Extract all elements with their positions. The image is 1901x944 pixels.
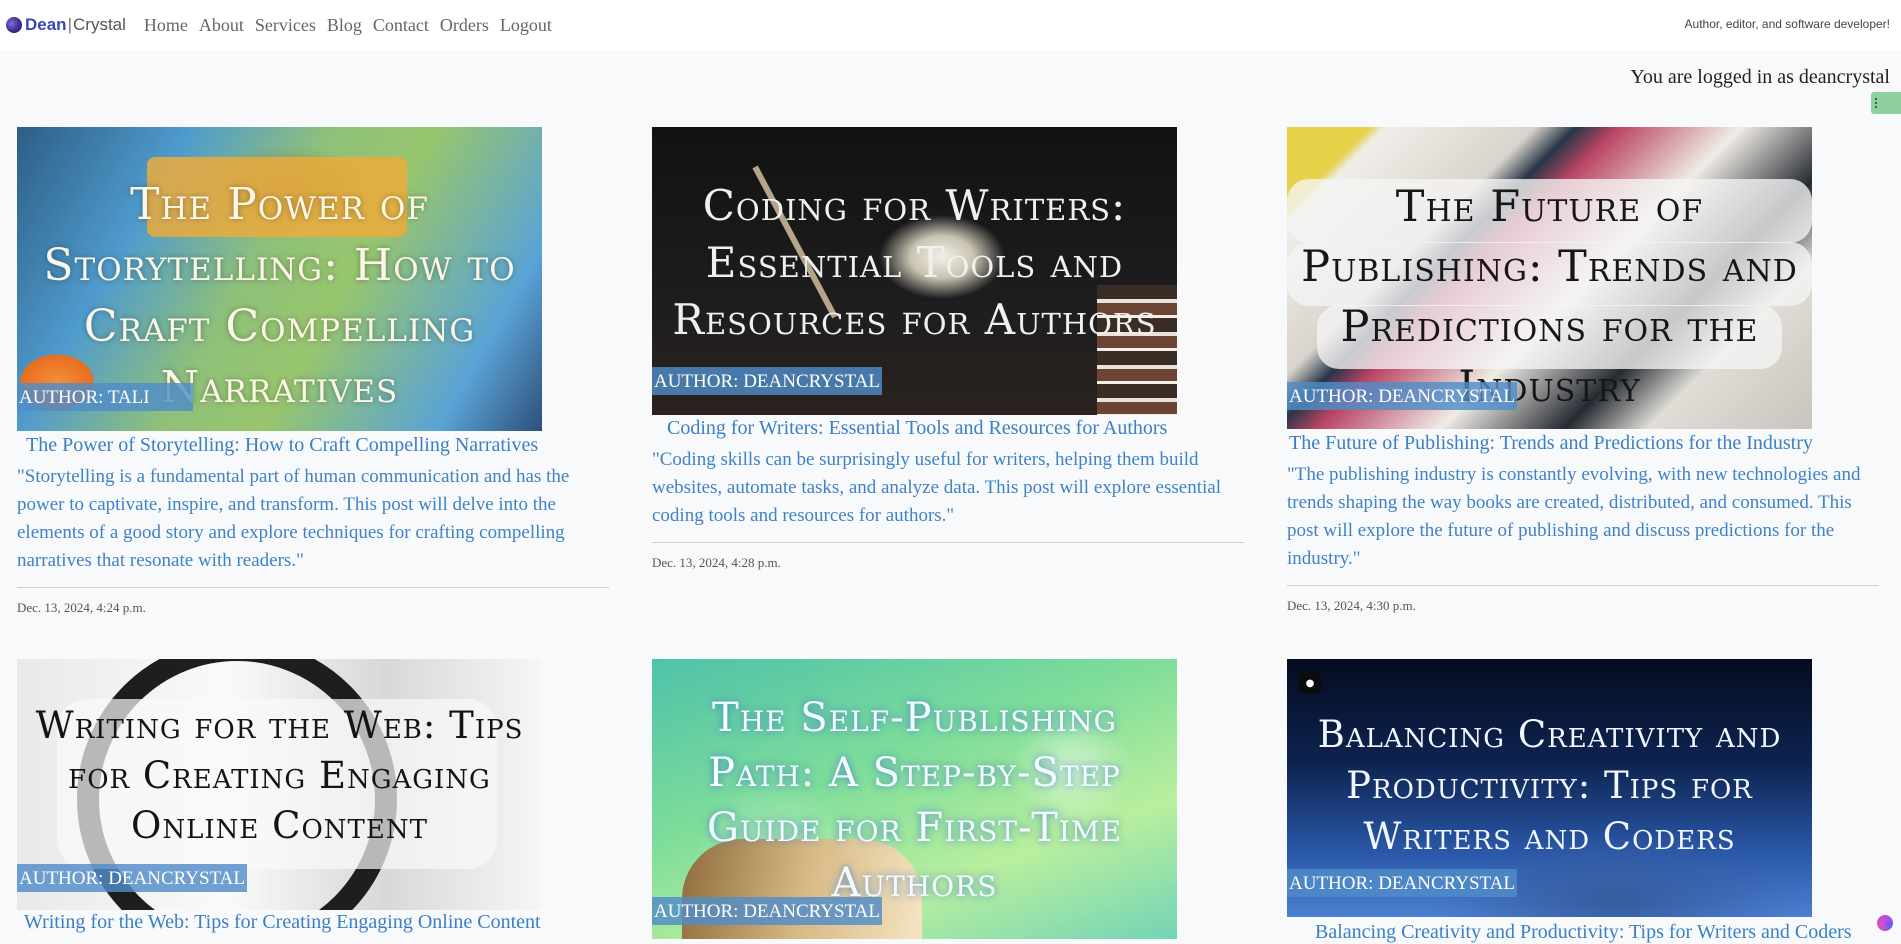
grip-icon bbox=[1875, 98, 1877, 108]
post-thumbnail[interactable]: Writing for the Web: Tips for Creating E… bbox=[17, 659, 542, 910]
thumbnail-title: Writing for the Web: Tips for Creating E… bbox=[35, 704, 524, 847]
post-title-link[interactable]: The Future of Publishing: Trends and Pre… bbox=[1287, 432, 1879, 455]
thumbnail-title: Coding for Writers: Essential Tools and … bbox=[672, 181, 1157, 344]
nav-blog[interactable]: Blog bbox=[327, 15, 362, 36]
author-badge: AUTHOR: TALI bbox=[17, 383, 193, 411]
post-excerpt: "Coding skills can be surprisingly usefu… bbox=[652, 449, 1221, 526]
divider bbox=[1287, 585, 1879, 586]
main-menu: Home About Services Blog Contact Orders … bbox=[144, 15, 563, 36]
post-date: Dec. 13, 2024, 4:24 p.m. bbox=[17, 600, 146, 615]
author-badge: AUTHOR: DEANCRYSTAL bbox=[1287, 382, 1517, 410]
post-title-link[interactable]: The Power of Storytelling: How to Craft … bbox=[17, 434, 609, 457]
post-card: The Self-Publishing Path: A Step-by-Step… bbox=[652, 659, 1244, 939]
top-navbar: Dean | Crystal Home About Services Blog … bbox=[0, 0, 1901, 50]
author-badge: AUTHOR: DEANCRYSTAL bbox=[1287, 869, 1517, 897]
nav-logout[interactable]: Logout bbox=[500, 15, 552, 36]
brand-logo-link[interactable]: Dean | Crystal bbox=[6, 15, 126, 35]
post-title-link[interactable]: Balancing Creativity and Productivity: T… bbox=[1287, 921, 1879, 944]
post-excerpt: "Storytelling is a fundamental part of h… bbox=[17, 466, 570, 571]
post-card: Coding for Writers: Essential Tools and … bbox=[652, 127, 1244, 571]
author-badge: AUTHOR: DEANCRYSTAL bbox=[652, 367, 882, 395]
brand-separator: | bbox=[67, 15, 72, 34]
post-thumbnail[interactable]: The Power of Storytelling: How to Craft … bbox=[17, 127, 542, 431]
crescent-moon-logo-icon bbox=[6, 17, 22, 33]
brand-name-bold: Dean bbox=[25, 15, 67, 34]
post-thumbnail[interactable]: ● Balancing Creativity and Productivity:… bbox=[1287, 659, 1812, 917]
side-drag-handle[interactable] bbox=[1871, 92, 1901, 114]
post-excerpt: "The publishing industry is constantly e… bbox=[1287, 464, 1861, 569]
post-thumbnail[interactable]: Coding for Writers: Essential Tools and … bbox=[652, 127, 1177, 415]
extension-icon[interactable] bbox=[1877, 915, 1893, 931]
divider bbox=[652, 542, 1244, 543]
brand-name-light: Crystal bbox=[73, 15, 126, 34]
site-tagline: Author, editor, and software developer! bbox=[1684, 17, 1890, 31]
nav-contact[interactable]: Contact bbox=[373, 15, 429, 36]
post-title-link[interactable]: Coding for Writers: Essential Tools and … bbox=[652, 417, 1244, 440]
thumbnail-title: The Self-Publishing Path: A Step-by-Step… bbox=[706, 695, 1123, 906]
thumbnail-title: The Power of Storytelling: How to Craft … bbox=[43, 179, 516, 413]
nav-orders[interactable]: Orders bbox=[440, 15, 489, 36]
author-badge: AUTHOR: DEANCRYSTAL bbox=[652, 897, 882, 925]
divider bbox=[17, 587, 609, 588]
play-icon: ● bbox=[1299, 673, 1321, 693]
post-thumbnail[interactable]: The Future of Publishing: Trends and Pre… bbox=[1287, 127, 1812, 429]
post-date: Dec. 13, 2024, 4:30 p.m. bbox=[1287, 598, 1416, 613]
post-card: ● Balancing Creativity and Productivity:… bbox=[1287, 659, 1879, 944]
post-thumbnail[interactable]: The Self-Publishing Path: A Step-by-Step… bbox=[652, 659, 1177, 939]
post-date: Dec. 13, 2024, 4:28 p.m. bbox=[652, 555, 781, 570]
nav-home[interactable]: Home bbox=[144, 15, 188, 36]
thumbnail-title: Balancing Creativity and Productivity: T… bbox=[1317, 713, 1782, 858]
post-card: The Power of Storytelling: How to Craft … bbox=[17, 127, 609, 616]
post-card: Writing for the Web: Tips for Creating E… bbox=[17, 659, 609, 934]
author-badge: AUTHOR: DEANCRYSTAL bbox=[17, 864, 247, 892]
post-title-link[interactable]: Writing for the Web: Tips for Creating E… bbox=[17, 911, 609, 934]
login-status: You are logged in as deancrystal bbox=[1630, 66, 1890, 88]
nav-services[interactable]: Services bbox=[255, 15, 316, 36]
nav-about[interactable]: About bbox=[199, 15, 244, 36]
post-card: The Future of Publishing: Trends and Pre… bbox=[1287, 127, 1879, 614]
thumbnail-title: The Future of Publishing: Trends and Pre… bbox=[1301, 182, 1798, 412]
